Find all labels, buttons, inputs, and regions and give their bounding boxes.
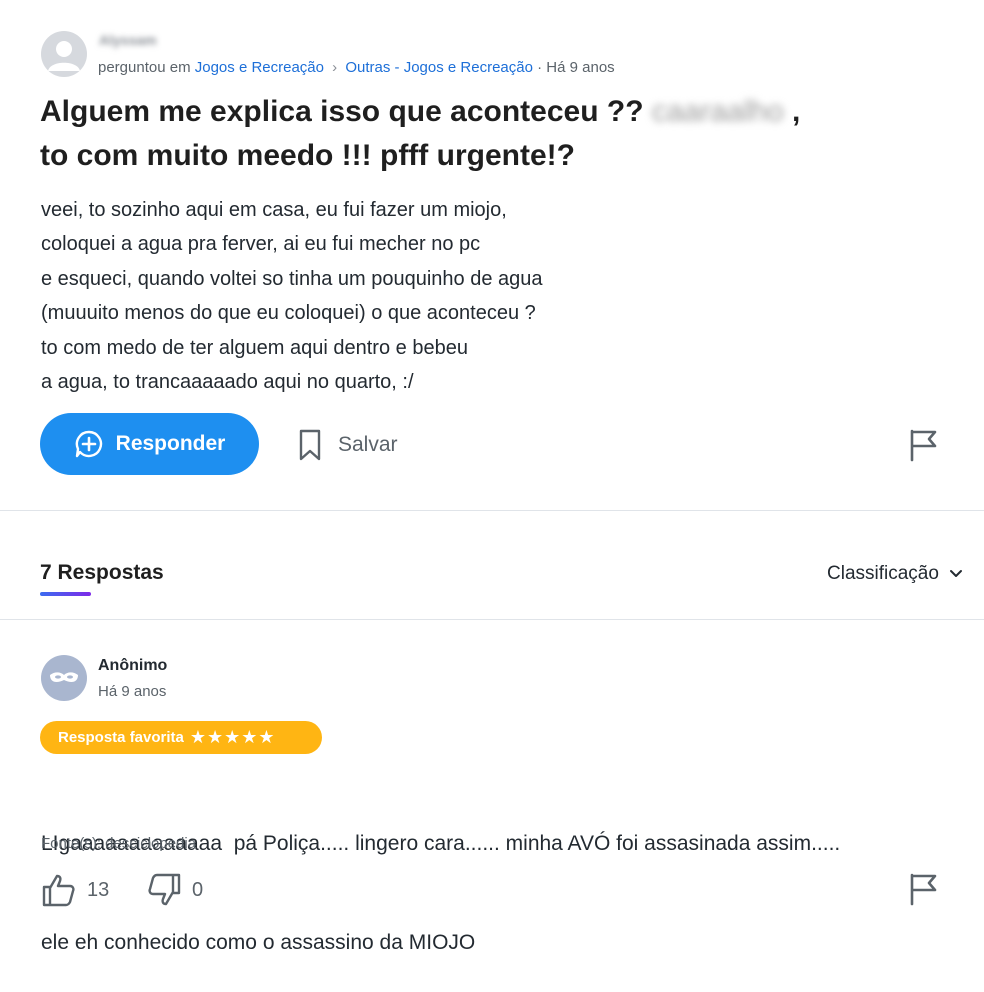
reply-label: Responder	[115, 432, 226, 455]
badge-stars: ★★★★★	[189, 727, 276, 747]
title-blurred-word: caaraalho	[651, 95, 784, 128]
answer-author: Anônimo	[98, 657, 168, 674]
username[interactable]: Alyssam	[99, 32, 157, 48]
bookmark-icon	[299, 429, 321, 461]
body-line: veei, to sozinho aqui em casa, eu fui fa…	[41, 199, 507, 221]
body-line: coloquei a agua pra ferver, ai eu fui me…	[41, 233, 481, 256]
sort-dropdown[interactable]: Classificação	[827, 563, 963, 585]
sort-label: Classificação	[827, 563, 939, 584]
subcategory-link[interactable]: Outras - Jogos e Recreação	[345, 59, 533, 76]
asked-in-label: perguntou em	[98, 59, 191, 76]
report-answer-flag-icon[interactable]	[908, 872, 940, 911]
user-avatar[interactable]	[41, 31, 87, 77]
badge-label: Resposta favorita	[58, 729, 184, 746]
body-line: a agua, to trancaaaaado aqui no quarto, …	[41, 371, 414, 394]
answer-time: Há 9 anos	[98, 683, 167, 700]
answer-source: Fonte(s): desciclopedia	[41, 835, 197, 852]
section-divider	[0, 510, 984, 511]
chevron-right-icon: ›	[332, 59, 338, 76]
question-title: Alguem me explica isso que aconteceu ?? …	[40, 90, 940, 178]
anonymous-avatar	[41, 655, 87, 701]
answers-divider	[0, 619, 984, 620]
meta-separator: ·	[537, 59, 543, 76]
like-count: 13	[87, 878, 110, 901]
question-time: Há 9 anos	[546, 59, 615, 76]
question-meta: perguntou em Jogos e Recreação › Outras …	[98, 59, 615, 76]
title-line-2: to com muito meedo !!! pfff urgente!?	[40, 139, 575, 172]
question-body: veei, to sozinho aqui em casa, eu fui fa…	[41, 193, 941, 399]
dislike-button[interactable]: 0	[146, 870, 203, 910]
answer-line: ele eh conhecido como o assassino da MIO…	[41, 931, 476, 954]
category-link[interactable]: Jogos e Recreação	[195, 59, 324, 76]
body-line: e esqueci, quando voltei so tinha um pou…	[41, 267, 543, 290]
reply-button[interactable]: Responder	[40, 413, 259, 475]
user-silhouette-icon	[48, 41, 80, 71]
answers-count-title: 7 Respostas	[40, 561, 164, 584]
chevron-down-icon	[949, 570, 962, 577]
body-line: (muuuito menos do que eu coloquei) o que…	[41, 302, 536, 325]
save-button[interactable]: Salvar	[298, 425, 398, 465]
reply-plus-icon	[75, 430, 102, 458]
dislike-count: 0	[192, 878, 204, 901]
like-button[interactable]: 13	[41, 870, 109, 910]
title-comma: ,	[791, 95, 801, 128]
report-question-flag-icon[interactable]	[908, 428, 940, 467]
anonymous-mask-icon	[50, 672, 78, 683]
title-text: Alguem me explica isso que aconteceu ??	[40, 95, 644, 128]
thumbs-up-icon	[42, 874, 75, 907]
thumbs-down-icon	[148, 873, 181, 906]
body-line: to com medo de ter alguem aqui dentro e …	[41, 336, 468, 359]
save-label: Salvar	[338, 433, 398, 456]
answers-tab-underline	[40, 592, 91, 596]
favorite-answer-badge: Resposta favorita ★★★★★	[40, 721, 322, 754]
